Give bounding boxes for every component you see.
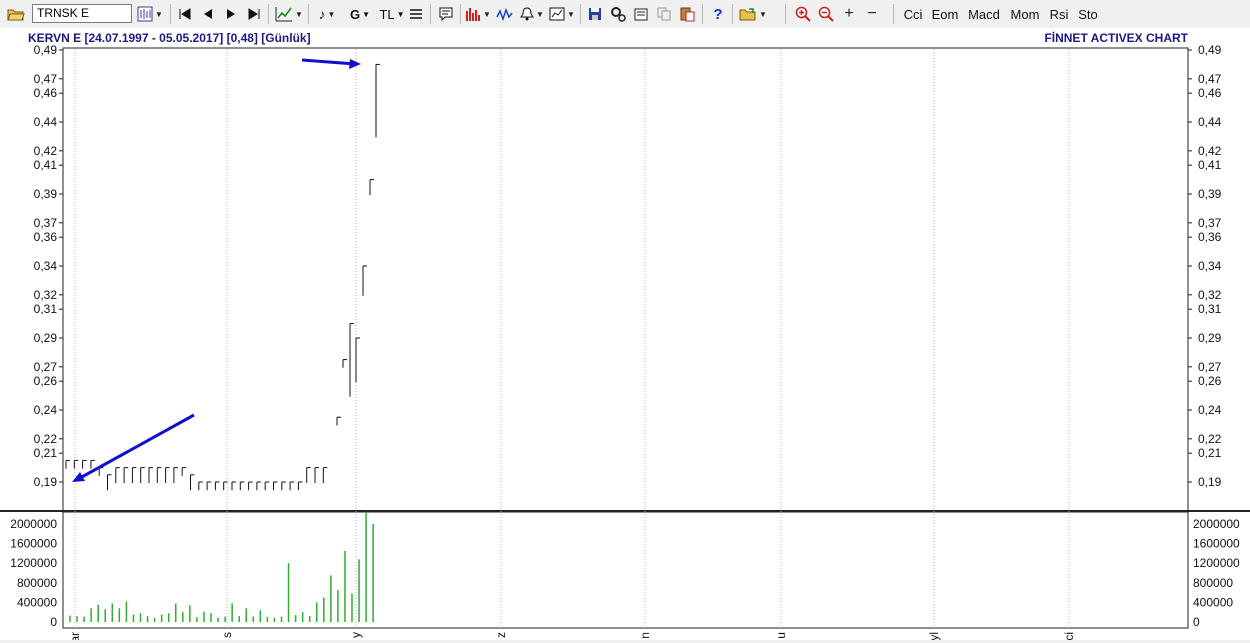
price-axis-label-left: 0,39	[34, 187, 58, 201]
volume-axis-label-right: 400000	[1193, 595, 1233, 609]
price-axis-label-left: 0,46	[34, 86, 58, 100]
price-axis-label-left: 0,24	[34, 403, 58, 417]
toolbar: TRNSK E ▼ ▼ ♪ ▼ G ▼ TL ▼ ▼ ▼ ▼ ? ▼ + − Cci …	[0, 0, 1250, 29]
help-icon[interactable]: ?	[707, 3, 729, 25]
volume-axis-label-right: 2000000	[1193, 517, 1240, 531]
alarm-bell-icon[interactable]: ▼	[518, 3, 546, 25]
volume-axis-label-right: 800000	[1193, 576, 1233, 590]
window-chart-icon[interactable]: ▼	[548, 3, 576, 25]
g-label: G	[349, 6, 361, 22]
price-axis-label-left: 0,41	[34, 158, 58, 172]
price-axis-label-right: 0,47	[1198, 72, 1222, 86]
open-export-icon[interactable]: ▼	[737, 3, 769, 25]
price-axis-label-right: 0,24	[1198, 403, 1222, 417]
volume-axis-label-left: 800000	[17, 576, 57, 590]
price-axis-label-left: 0,49	[34, 43, 58, 57]
price-axis-label-right: 0,31	[1198, 302, 1222, 316]
price-axis-label-right: 0,21	[1198, 446, 1222, 460]
copy-icon[interactable]	[653, 3, 675, 25]
chart-canvas[interactable]: 0,49 0,490,47 0,470,46 0,460,44 0,440,42 0,42…	[0, 28, 1250, 643]
price-axis-label-left: 0,19	[34, 475, 58, 489]
plus-icon[interactable]: +	[839, 3, 859, 25]
volume-axis-label-right: 1600000	[1193, 537, 1240, 551]
price-axis-label-left: 0,26	[34, 374, 58, 388]
paste-icon[interactable]	[676, 3, 698, 25]
price-axis-label-left: 0,44	[34, 115, 58, 129]
volume-axis-label-left: 2000000	[10, 517, 57, 531]
price-axis-label-left: 0,29	[34, 331, 58, 345]
indicator-button-sto[interactable]: Sto	[1072, 3, 1104, 25]
price-axis-label-right: 0,41	[1198, 158, 1222, 172]
next-icon[interactable]	[221, 3, 241, 25]
minus-icon[interactable]: −	[862, 3, 882, 25]
indicator-chart-icon[interactable]: ▼	[464, 3, 492, 25]
price-axis-label-right: 0,34	[1198, 259, 1222, 273]
volume-axis-label-right: 0	[1193, 615, 1200, 629]
first-page-icon[interactable]	[175, 3, 195, 25]
x-tick-label: ci	[1062, 632, 1076, 640]
volume-axis-label-left: 0	[50, 615, 57, 629]
comment-icon[interactable]	[435, 3, 457, 25]
price-axis-label-right: 0,27	[1198, 360, 1222, 374]
g-button[interactable]: G ▼	[344, 3, 376, 25]
price-axis-label-left: 0,47	[34, 72, 58, 86]
price-panel-frame	[62, 47, 1189, 517]
x-tick-label: n	[638, 632, 652, 639]
price-axis-label-right: 0,36	[1198, 230, 1222, 244]
price-axis-label-right: 0,49	[1198, 43, 1222, 57]
indicator-button-eom[interactable]: Eom	[926, 3, 964, 25]
zoom-out-icon[interactable]	[815, 3, 837, 25]
price-axis-label-left: 0,27	[34, 360, 58, 374]
x-tick-label: ar	[68, 632, 82, 640]
indicator-button-cci[interactable]: Cci	[898, 3, 928, 25]
volume-axis-label-right: 1200000	[1193, 556, 1240, 570]
zoom-in-icon[interactable]	[792, 3, 814, 25]
volume-axis-label-left: 400000	[17, 595, 57, 609]
chart-area[interactable]: 0,49 0,49 0,47 0,47 0,46 0,46 0,44 0,44 0,42 0,42…	[0, 28, 1250, 643]
volume-axis-label-left: 1600000	[10, 537, 57, 551]
price-axis-label-right: 0,44	[1198, 115, 1222, 129]
settings-icon[interactable]	[607, 3, 629, 25]
price-axis-label-right: 0,22	[1198, 432, 1222, 446]
save-icon[interactable]	[585, 3, 605, 25]
indicator-button-macd[interactable]: Macd	[962, 3, 1006, 25]
volume-axis-label-left: 1200000	[10, 556, 57, 570]
chart-header-right: FİNNET ACTIVEX CHART	[1044, 31, 1188, 45]
last-page-icon[interactable]	[244, 3, 264, 25]
indicator-button-mom[interactable]: Mom	[1004, 3, 1046, 25]
x-tick-label: u	[774, 632, 788, 639]
x-tick-label: s	[220, 632, 234, 638]
x-tick-label: y	[349, 632, 363, 638]
drawing-tools-button[interactable]: ▼	[273, 3, 305, 25]
price-axis-label-left: 0,32	[34, 288, 58, 302]
x-tick-label: z	[494, 632, 508, 638]
previous-icon[interactable]	[198, 3, 218, 25]
note-icon[interactable]: ♪ ▼	[314, 3, 340, 25]
price-axis-label-left: 0,22	[34, 432, 58, 446]
price-axis-label-left: 0,21	[34, 446, 58, 460]
price-axis-label-right: 0,19	[1198, 475, 1222, 489]
price-axis-label-right: 0,37	[1198, 216, 1222, 230]
price-axis-label-right: 0,26	[1198, 374, 1222, 388]
price-axis-label-right: 0,39	[1198, 187, 1222, 201]
currency-label: TL	[379, 6, 395, 22]
price-axis-label-right: 0,29	[1198, 331, 1222, 345]
chart-header-left: KERVN E [24.07.1997 - 05.05.2017] [0,48]…	[28, 31, 311, 45]
price-axis-label-left: 0,42	[34, 144, 58, 158]
price-axis-label-left: 0,36	[34, 230, 58, 244]
properties-icon[interactable]	[630, 3, 652, 25]
price-axis-label-right: 0,42	[1198, 144, 1222, 158]
x-tick-label: yl	[927, 632, 941, 640]
price-axis-label-right: 0,32	[1198, 288, 1222, 302]
open-folder-icon[interactable]	[4, 3, 28, 25]
symbol-input[interactable]: TRNSK E	[32, 4, 132, 23]
wave-chart-icon[interactable]	[494, 3, 516, 25]
chart-type-button[interactable]: ▼	[135, 3, 165, 25]
indicator-button-rsi[interactable]: Rsi	[1044, 3, 1074, 25]
price-axis-label-left: 0,37	[34, 216, 58, 230]
price-axis-label-left: 0,34	[34, 259, 58, 273]
price-axis-label-right: 0,46	[1198, 86, 1222, 100]
list-icon[interactable]	[405, 3, 427, 25]
price-axis-label-left: 0,31	[34, 302, 58, 316]
